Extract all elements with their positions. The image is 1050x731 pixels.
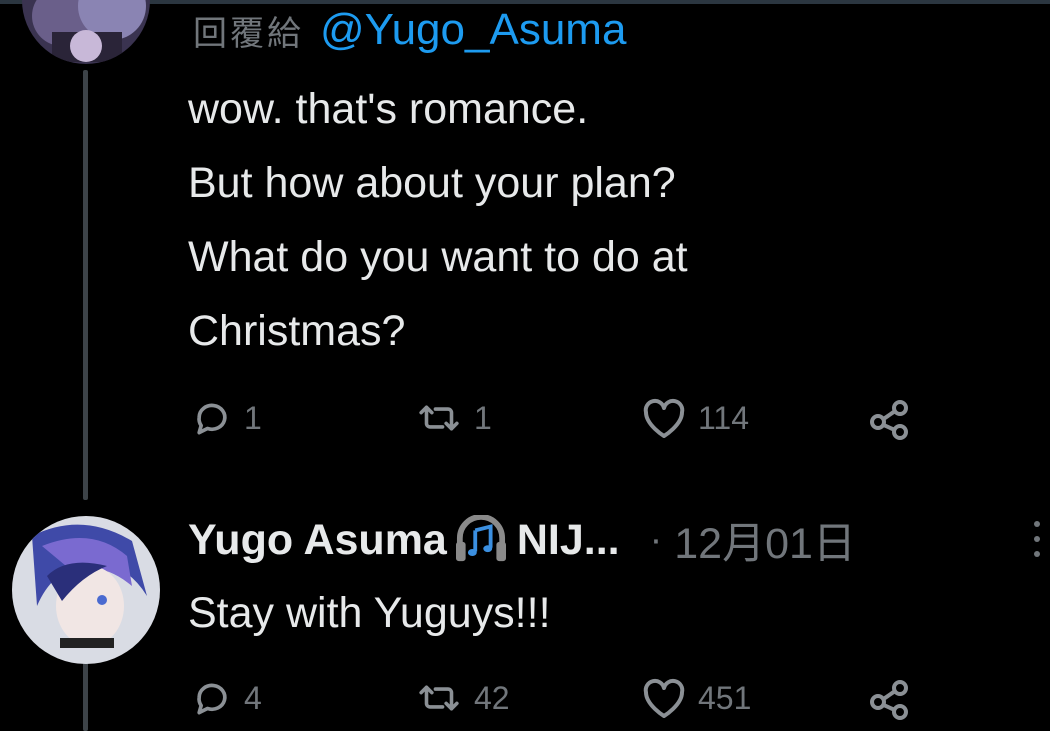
avatar[interactable] (12, 516, 160, 664)
retweet-button[interactable]: 1 (414, 396, 492, 440)
separator-dot: · (649, 518, 663, 561)
avatar[interactable] (22, 0, 150, 64)
share-icon (866, 676, 914, 720)
reply-to-handle-link[interactable]: @Yugo_Asuma (320, 5, 626, 55)
thread-connector-line-lower (83, 662, 88, 731)
retweet-count: 1 (474, 399, 492, 436)
reply-count: 1 (244, 399, 262, 436)
author-name[interactable]: Yugo Asuma (188, 516, 447, 565)
retweet-button[interactable]: 42 (414, 676, 510, 720)
heart-icon (640, 676, 688, 720)
share-button[interactable] (866, 676, 914, 720)
tweet-action-bar: 4 42 451 (190, 676, 920, 720)
reply-count: 4 (244, 679, 262, 716)
like-button[interactable]: 114 (640, 396, 749, 440)
reply-to-label: 回覆給 (193, 14, 304, 53)
author-name-suffix[interactable]: NIJ... (517, 516, 620, 565)
retweet-count: 42 (474, 679, 510, 716)
heart-icon (640, 396, 688, 440)
tweet-text: wow. that's romance. But how about your … (188, 72, 688, 368)
tweet-action-bar: 1 1 114 (190, 396, 920, 440)
tweet-text-line: Stay with Yuguys!!! (188, 589, 551, 637)
share-icon (866, 396, 914, 440)
headphone-music-icon (451, 515, 511, 565)
avatar-image (12, 516, 160, 664)
tweet-author-row: Yugo Asuma NIJ... · 12月01日 (188, 512, 1050, 568)
reply-button[interactable]: 1 (190, 396, 262, 440)
retweet-icon (414, 396, 464, 440)
tweet-timestamp[interactable]: 12月01日 (674, 509, 856, 571)
share-button[interactable] (866, 396, 914, 440)
tweet-text-line: What do you want to do at (188, 233, 688, 281)
reply-icon (190, 396, 234, 440)
reply-to-line: 回覆給 @Yugo_Asuma (193, 4, 626, 56)
more-options-icon[interactable] (1030, 516, 1044, 567)
like-count: 114 (698, 399, 750, 436)
tweet-text-line: wow. that's romance. (188, 85, 589, 133)
avatar-image (22, 0, 150, 64)
tweet-text-line: But how about your plan? (188, 159, 676, 207)
thread-connector-line (83, 70, 88, 500)
tweet-text-line: Christmas? (188, 307, 406, 355)
retweet-icon (414, 676, 464, 720)
reply-button[interactable]: 4 (190, 676, 262, 720)
reply-icon (190, 676, 234, 720)
like-button[interactable]: 451 (640, 676, 751, 720)
like-count: 451 (698, 679, 752, 716)
tweet-text: Stay with Yuguys!!! (188, 576, 551, 650)
